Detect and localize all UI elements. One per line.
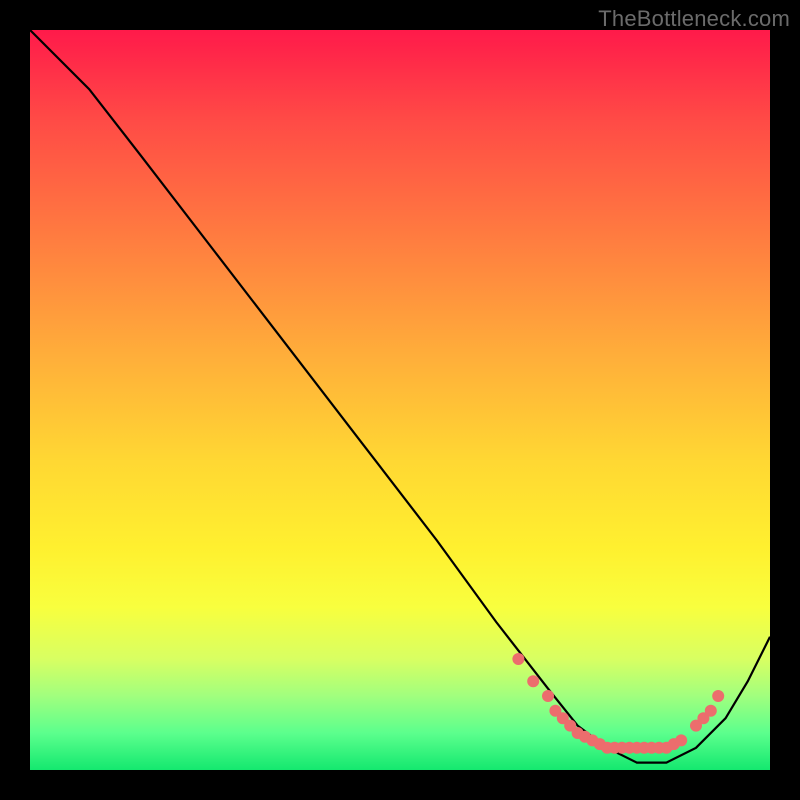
bottleneck-curve <box>30 30 770 763</box>
sweet-spot-dot <box>638 742 650 754</box>
sweet-spot-dot <box>549 705 561 717</box>
plot-area <box>30 30 770 770</box>
sweet-spot-dot <box>668 738 680 750</box>
sweet-spot-dot <box>697 712 709 724</box>
sweet-spot-dot <box>601 742 613 754</box>
sweet-spot-dot <box>705 705 717 717</box>
sweet-spot-dot <box>527 675 539 687</box>
chart-frame: TheBottleneck.com <box>0 0 800 800</box>
sweet-spot-dot <box>623 742 635 754</box>
sweet-spot-dot <box>675 734 687 746</box>
sweet-spot-dot <box>542 690 554 702</box>
sweet-spot-dot <box>616 742 628 754</box>
sweet-spot-dots <box>512 653 724 754</box>
sweet-spot-dot <box>609 742 621 754</box>
sweet-spot-dot <box>690 720 702 732</box>
sweet-spot-dot <box>572 727 584 739</box>
sweet-spot-dot <box>631 742 643 754</box>
watermark-text: TheBottleneck.com <box>598 6 790 32</box>
sweet-spot-dot <box>594 738 606 750</box>
sweet-spot-dot <box>660 742 672 754</box>
chart-overlay <box>30 30 770 770</box>
sweet-spot-dot <box>564 720 576 732</box>
sweet-spot-dot <box>579 731 591 743</box>
sweet-spot-dot <box>646 742 658 754</box>
sweet-spot-dot <box>653 742 665 754</box>
sweet-spot-dot <box>586 734 598 746</box>
sweet-spot-dot <box>557 712 569 724</box>
sweet-spot-dot <box>712 690 724 702</box>
sweet-spot-dot <box>512 653 524 665</box>
